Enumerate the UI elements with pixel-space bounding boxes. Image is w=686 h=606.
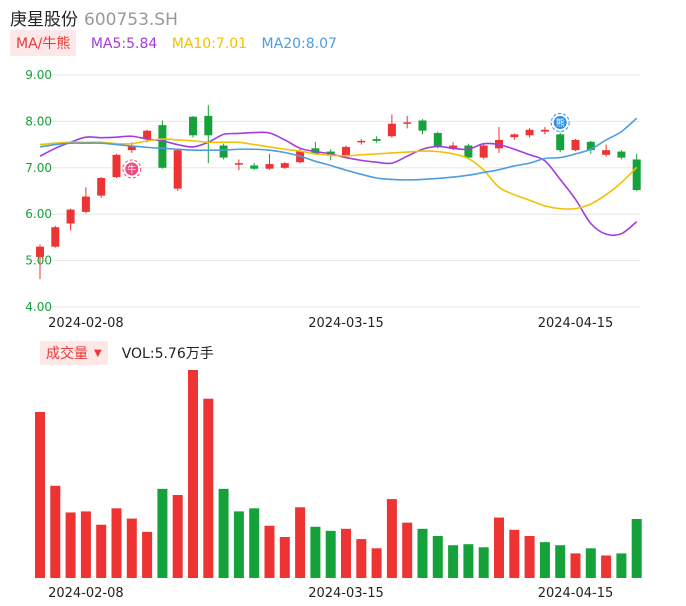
volume-bar — [188, 370, 198, 578]
price-y-tick-label: 9.00 — [25, 68, 52, 82]
volume-bar — [111, 508, 122, 578]
volume-bar — [417, 528, 428, 578]
volume-bar — [539, 542, 550, 578]
candle-body — [357, 140, 366, 143]
candlestick-series — [36, 105, 641, 280]
volume-bar — [341, 528, 351, 578]
volume-bar — [65, 512, 76, 578]
volume-bar — [432, 535, 443, 578]
volume-bar — [157, 488, 168, 578]
price-y-axis: 9.008.007.006.005.004.00 — [25, 68, 52, 314]
volume-bar — [172, 495, 183, 578]
moving-average-lines — [39, 117, 638, 237]
price-y-tick-label: 7.00 — [25, 161, 52, 175]
candle-body — [510, 134, 519, 138]
price-x-tick-label: 2024-03-15 — [308, 316, 384, 331]
volume-bar — [126, 518, 137, 578]
volume-x-tick-label: 2024-03-15 — [308, 586, 384, 601]
volume-bar — [279, 537, 290, 578]
marker-label: 熊 — [556, 117, 565, 129]
volume-bar — [96, 524, 107, 578]
volume-bar — [601, 555, 612, 578]
volume-bar — [325, 530, 336, 578]
candle-body — [387, 123, 396, 137]
marker-label: 牛 — [127, 163, 136, 175]
volume-bar — [509, 529, 520, 578]
candle-body — [204, 115, 213, 136]
volume-bar — [555, 545, 566, 578]
volume-bar — [264, 525, 275, 578]
price-grid — [30, 74, 640, 308]
volume-bar — [356, 539, 367, 578]
volume-x-axis: 2024-02-08 2024-03-15 2024-04-15 — [48, 586, 613, 601]
candle-body — [571, 139, 580, 151]
price-x-tick-label: 2024-04-15 — [538, 316, 614, 331]
volume-bar — [218, 488, 229, 578]
volume-bar — [402, 522, 413, 578]
bull-bear-bear-icon: 牛 — [122, 159, 142, 179]
volume-bar — [80, 511, 91, 578]
price-y-tick-label: 4.00 — [25, 300, 52, 314]
candle-body — [403, 122, 412, 124]
candle-body — [173, 150, 182, 189]
volume-bar — [570, 553, 581, 578]
volume-bar — [524, 535, 535, 578]
candle-body — [556, 134, 565, 151]
candle-body — [525, 129, 534, 136]
candle-body — [51, 227, 60, 247]
candle-body — [66, 209, 75, 224]
volume-x-tick-label: 2024-04-15 — [538, 586, 614, 601]
candle-body — [36, 246, 44, 257]
volume-bar — [35, 412, 45, 578]
price-y-tick-label: 8.00 — [25, 114, 52, 128]
candle-body — [632, 159, 641, 191]
candle-body — [602, 150, 611, 155]
candle-body — [540, 129, 549, 132]
volume-bar — [50, 485, 61, 578]
volume-bar — [616, 553, 627, 578]
volume-bar — [494, 517, 504, 578]
candle-body — [219, 145, 228, 158]
volume-bar — [386, 499, 397, 578]
candle-body — [280, 163, 289, 168]
candle-body — [265, 164, 274, 169]
volume-bar — [142, 531, 153, 578]
candle-body — [479, 145, 488, 158]
candle-body — [372, 139, 381, 141]
candle-body — [433, 133, 442, 147]
volume-bar — [371, 548, 382, 578]
volume-bar — [631, 518, 642, 578]
candle-body — [234, 163, 243, 165]
candle-body — [342, 146, 350, 157]
candle-body — [250, 165, 259, 169]
candle-body — [158, 125, 167, 168]
volume-bar — [203, 398, 214, 578]
price-y-tick-label: 6.00 — [25, 207, 52, 221]
candle-body — [189, 116, 197, 136]
volume-x-tick-label: 2024-02-08 — [48, 586, 124, 601]
price-x-tick-label: 2024-02-08 — [48, 316, 124, 331]
volume-bar — [249, 508, 260, 578]
volume-bar — [478, 547, 489, 578]
candle-body — [418, 120, 427, 131]
bull-bear-bull-icon: 熊 — [550, 113, 570, 133]
candle-body — [464, 145, 473, 158]
stock-chart[interactable]: 9.008.007.006.005.004.00 牛熊 2024-02-08 20… — [0, 0, 686, 606]
candle-body — [112, 154, 121, 178]
volume-bar — [585, 548, 596, 578]
volume-bar — [463, 544, 474, 578]
candle-body — [97, 178, 106, 196]
price-x-axis: 2024-02-08 2024-03-15 2024-04-15 — [48, 316, 613, 331]
candle-body — [617, 151, 626, 158]
volume-bar — [233, 511, 244, 578]
volume-bar — [295, 507, 306, 578]
volume-bar — [448, 545, 459, 578]
candle-body — [81, 196, 90, 212]
volume-bar-series — [35, 370, 642, 578]
volume-bar — [310, 526, 321, 578]
